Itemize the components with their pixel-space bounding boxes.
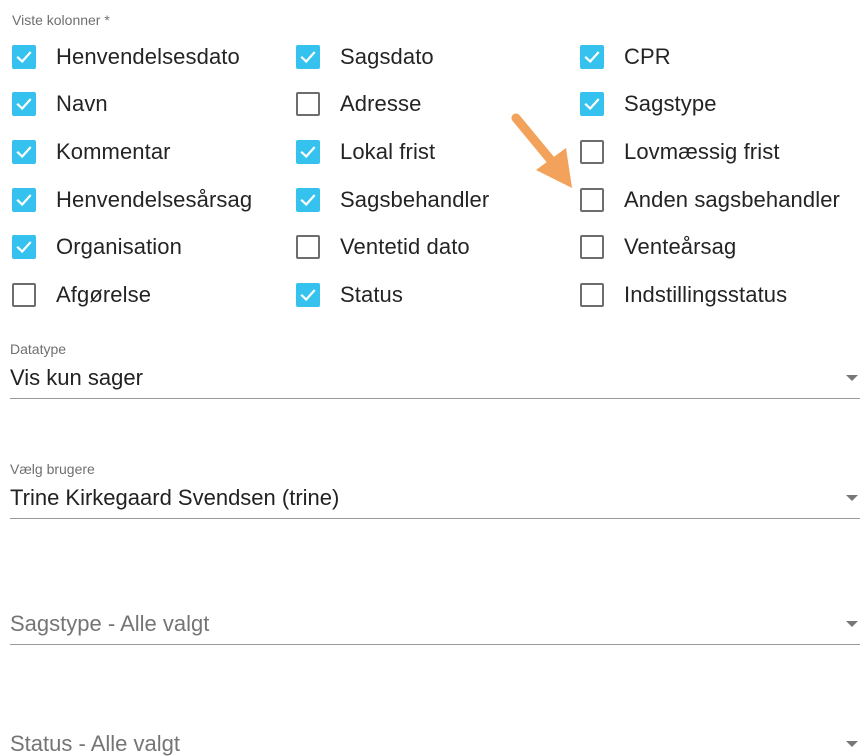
checkmark-icon [300, 289, 316, 302]
checkmark-icon [300, 146, 316, 159]
checkbox-label: Status [340, 282, 403, 307]
column-checkbox-cpr[interactable]: CPR [580, 42, 671, 72]
checkbox-label: Anden sagsbehandler [624, 187, 840, 212]
checkbox-label: Sagsdato [340, 44, 434, 69]
column-checkbox-status[interactable]: Status [296, 280, 403, 310]
checkbox-label: Adresse [340, 91, 422, 116]
checkbox-checked[interactable] [296, 140, 320, 164]
checkbox-label: Ventetid dato [340, 234, 470, 259]
checkbox-label: Kommentar [56, 139, 171, 164]
column-checkbox-sagsdato[interactable]: Sagsdato [296, 42, 434, 72]
users-value: Trine Kirkegaard Svendsen (trine) [10, 485, 340, 510]
checkmark-icon [584, 98, 600, 111]
checkbox-row: Navn Adresse Sagstype [0, 89, 861, 119]
checkbox-checked[interactable] [296, 188, 320, 212]
column-checkbox-ventetid-dato[interactable]: Ventetid dato [296, 232, 470, 262]
column-checkbox-henvendelsesaarsag[interactable]: Henvendelsesårsag [12, 185, 252, 215]
checkmark-icon [300, 51, 316, 64]
column-checkbox-navn[interactable]: Navn [12, 89, 108, 119]
status-select-control[interactable]: Status - Alle valgt [10, 724, 860, 756]
checkbox-unchecked[interactable] [580, 188, 604, 212]
caret-down-icon [846, 375, 858, 381]
checkbox-checked[interactable] [12, 188, 36, 212]
sagstype-select-control[interactable]: Sagstype - Alle valgt [10, 604, 860, 645]
checkbox-unchecked[interactable] [580, 140, 604, 164]
status-select[interactable]: Status - Alle valgt [10, 724, 860, 756]
checkbox-row: Organisation Ventetid dato Venteårsag [0, 232, 861, 262]
sagstype-placeholder: Sagstype - Alle valgt [10, 611, 210, 636]
datatype-select-control[interactable]: Vis kun sager [10, 358, 860, 399]
checkbox-checked[interactable] [296, 283, 320, 307]
checkmark-icon [16, 241, 32, 254]
checkmark-icon [16, 194, 32, 207]
checkbox-row: Henvendelsesdato Sagsdato CPR [0, 42, 861, 72]
checkbox-label: Indstillingsstatus [624, 282, 788, 307]
checkbox-label: CPR [624, 44, 671, 69]
columns-section-label: Viste kolonner * [12, 12, 110, 28]
checkmark-icon [16, 51, 32, 64]
checkbox-checked[interactable] [12, 140, 36, 164]
checkbox-unchecked[interactable] [580, 283, 604, 307]
checkbox-label: Afgørelse [56, 282, 152, 307]
sagstype-select[interactable]: Sagstype - Alle valgt [10, 604, 860, 645]
checkbox-unchecked[interactable] [12, 283, 36, 307]
checkbox-unchecked[interactable] [296, 92, 320, 116]
checkbox-row: Henvendelsesårsag Sagsbehandler Anden sags… [0, 185, 861, 215]
checkbox-label: Sagsbehandler [340, 187, 490, 212]
checkbox-checked[interactable] [12, 45, 36, 69]
column-checkbox-lovmaessig-frist[interactable]: Lovmæssig frist [580, 137, 780, 167]
checkbox-checked[interactable] [12, 235, 36, 259]
datatype-label: Datatype [10, 341, 67, 357]
column-checkbox-venteaarsag[interactable]: Venteårsag [580, 232, 736, 262]
checkmark-icon [300, 194, 316, 207]
users-label: Vælg brugere [10, 461, 95, 477]
caret-down-icon [846, 495, 858, 501]
checkmark-icon [16, 146, 32, 159]
checkbox-row: Kommentar Lokal frist Lovmæssig frist [0, 137, 861, 167]
checkbox-checked[interactable] [296, 45, 320, 69]
checkbox-row: Afgørelse Status Indstillingsstatus [0, 280, 861, 310]
checkmark-icon [16, 98, 32, 111]
column-checkbox-organisation[interactable]: Organisation [12, 232, 182, 262]
users-select[interactable]: Vælg brugere Trine Kirkegaard Svendsen (… [10, 460, 860, 519]
column-checkbox-afgoerelse[interactable]: Afgørelse [12, 280, 151, 310]
column-checkbox-lokal-frist[interactable]: Lokal frist [296, 137, 435, 167]
column-checkbox-kommentar[interactable]: Kommentar [12, 137, 171, 167]
column-checkbox-henvendelsesdato[interactable]: Henvendelsesdato [12, 42, 240, 72]
checkbox-checked[interactable] [12, 92, 36, 116]
caret-down-icon [846, 741, 858, 747]
checkbox-label: Lovmæssig frist [624, 139, 780, 164]
checkbox-label: Sagstype [624, 91, 717, 116]
users-select-control[interactable]: Trine Kirkegaard Svendsen (trine) [10, 478, 860, 519]
checkbox-label: Navn [56, 91, 108, 116]
checkbox-unchecked[interactable] [296, 235, 320, 259]
column-checkbox-indstillingsstatus[interactable]: Indstillingsstatus [580, 280, 787, 310]
checkbox-unchecked[interactable] [580, 235, 604, 259]
column-checkbox-sagstype[interactable]: Sagstype [580, 89, 717, 119]
datatype-select[interactable]: Datatype Vis kun sager [10, 340, 860, 399]
checkbox-checked[interactable] [580, 92, 604, 116]
column-checkbox-anden-sagsbehandler[interactable]: Anden sagsbehandler [580, 185, 840, 215]
checkbox-label: Henvendelsesdato [56, 44, 240, 69]
column-checkbox-adresse[interactable]: Adresse [296, 89, 421, 119]
checkbox-label: Henvendelsesårsag [56, 187, 253, 212]
report-settings-panel: Viste kolonner * Henvendelsesdato Sagsdat… [0, 0, 861, 756]
checkbox-checked[interactable] [580, 45, 604, 69]
datatype-value: Vis kun sager [10, 365, 143, 390]
column-checkbox-sagsbehandler[interactable]: Sagsbehandler [296, 185, 489, 215]
caret-down-icon [846, 621, 858, 627]
checkbox-label: Lokal frist [340, 139, 436, 164]
status-placeholder: Status - Alle valgt [10, 731, 180, 756]
checkbox-label: Venteårsag [624, 234, 737, 259]
checkbox-label: Organisation [56, 234, 182, 259]
checkmark-icon [584, 51, 600, 64]
